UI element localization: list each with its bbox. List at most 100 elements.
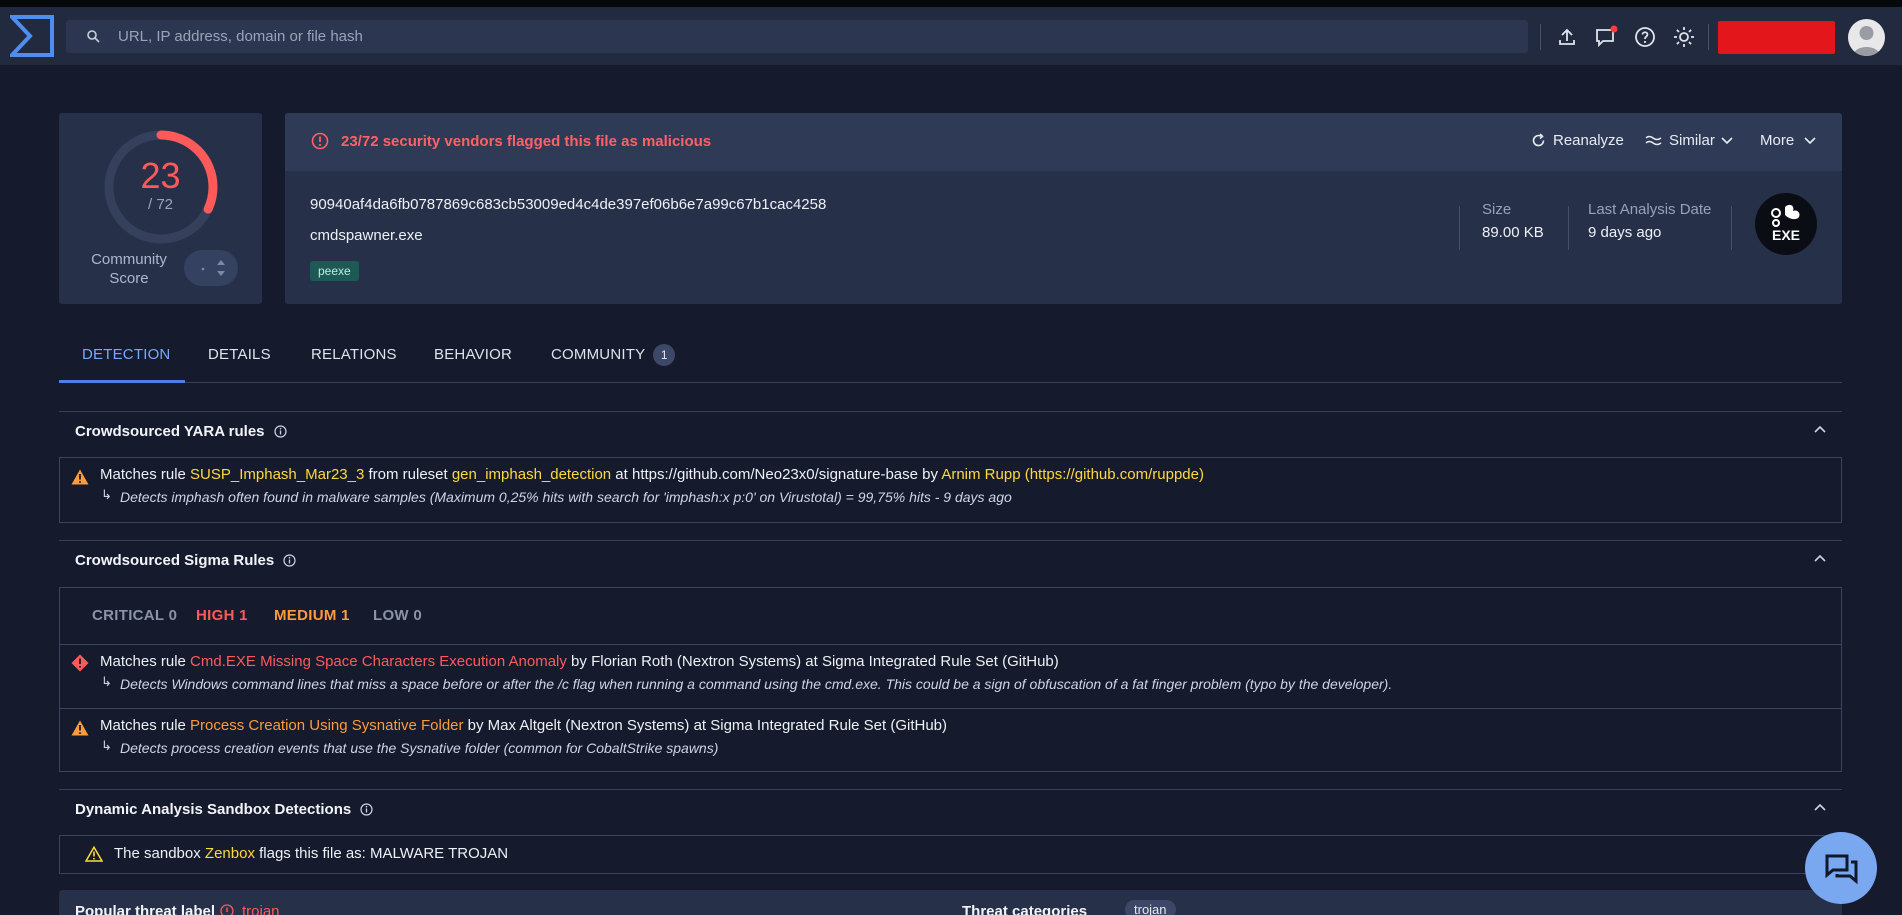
yara-rule-description: Detects imphash often found in malware s… [120, 489, 1012, 505]
virustotal-logo-icon[interactable] [10, 15, 54, 57]
alert-circle-icon [311, 132, 329, 150]
refresh-icon [1532, 133, 1545, 147]
chevron-down-icon [1804, 136, 1816, 144]
sigma-rule-description: Detects process creation events that use… [120, 740, 719, 756]
search-bar [66, 20, 1528, 53]
severity-low-filter[interactable]: LOW 0 [373, 607, 422, 624]
sandbox-section-header[interactable]: Dynamic Analysis Sandbox Detections [59, 789, 1842, 829]
info-icon[interactable] [273, 425, 287, 438]
critical-diamond-icon [71, 654, 89, 672]
sub-arrow-icon: ↳ [101, 674, 112, 689]
sandbox-verdict: The sandbox Zenbox flags this file as: M… [114, 845, 508, 862]
alert-circle-icon [220, 904, 234, 915]
sigma-rule-description: Detects Windows command lines that miss … [120, 676, 1393, 692]
reanalyze-button[interactable]: Reanalyze [1531, 132, 1624, 149]
meta-divider [1459, 206, 1460, 250]
theme-toggle-icon[interactable] [1672, 25, 1696, 49]
sigma-rule-match: Matches rule Process Creation Using Sysn… [100, 717, 947, 734]
sigma-section-header[interactable]: Crowdsourced Sigma Rules [59, 540, 1842, 580]
tab-relations[interactable]: RELATIONS [311, 346, 397, 363]
yara-rules-box: Matches rule SUSP_Imphash_Mar23_3 from r… [59, 457, 1842, 523]
file-hash[interactable]: 90940af4da6fb0787869c683cb53009ed4c4de39… [310, 196, 826, 213]
more-dropdown[interactable]: More [1760, 132, 1816, 149]
meta-divider [1568, 206, 1569, 250]
reanalyze-label: Reanalyze [1553, 132, 1624, 149]
search-icon [87, 30, 100, 43]
file-summary-panel: 23/72 security vendors flagged this file… [285, 113, 1842, 304]
sigma-section-title: Crowdsourced Sigma Rules [75, 552, 275, 569]
severity-critical-filter[interactable]: CRITICAL 0 [92, 607, 177, 624]
sigma-rule-match: Matches rule Cmd.EXE Missing Space Chara… [100, 653, 1059, 670]
tab-details[interactable]: DETAILS [208, 346, 271, 363]
sandbox-prefix: The sandbox [114, 845, 205, 862]
sigma-rule-row: Matches rule Process Creation Using Sysn… [60, 709, 1841, 772]
warning-triangle-icon [71, 469, 89, 485]
severity-medium-filter[interactable]: MEDIUM 1 [274, 607, 350, 624]
yara-author-link[interactable]: Arnim Rupp (https://github.com/ruppde) [941, 466, 1204, 483]
chat-fab-button[interactable] [1805, 832, 1877, 904]
yara-rule-match: Matches rule SUSP_Imphash_Mar23_3 from r… [100, 466, 1204, 483]
sandbox-verdict-text: flags this file as: MALWARE TROJAN [254, 845, 509, 862]
info-icon[interactable] [283, 554, 296, 567]
tab-community-label: COMMUNITY [551, 346, 646, 363]
popular-threat-label-value[interactable]: trojan [242, 903, 280, 915]
sandbox-section-title: Dynamic Analysis Sandbox Detections [75, 801, 352, 818]
redacted-account-button[interactable] [1718, 21, 1835, 54]
chevron-up-icon[interactable] [1814, 425, 1826, 433]
sigma-rule-link[interactable]: Cmd.EXE Missing Space Characters Executi… [190, 653, 567, 670]
file-name: cmdspawner.exe [310, 227, 423, 244]
sigma-r2-prefix: Matches rule [100, 717, 191, 734]
sigma-r1-prefix: Matches rule [100, 653, 191, 670]
size-label: Size [1482, 201, 1512, 218]
severity-high-filter[interactable]: HIGH 1 [196, 607, 248, 624]
tab-detection[interactable]: DETECTION [82, 346, 170, 363]
yara-ruleset-link[interactable]: gen_imphash_detection [452, 466, 611, 483]
chevron-down-icon [1721, 136, 1733, 144]
search-input[interactable] [118, 20, 1508, 53]
sandbox-name-link[interactable]: Zenbox [205, 845, 255, 862]
sandbox-row: The sandbox Zenbox flags this file as: M… [60, 836, 1841, 873]
sigma-rule-row: Matches rule Cmd.EXE Missing Space Chara… [60, 645, 1841, 708]
help-icon[interactable] [1633, 25, 1657, 49]
sigma-r2-suffix: by Max Altgelt (Nextron Systems) at Sigm… [463, 717, 948, 734]
chevron-up-icon[interactable] [1814, 803, 1826, 811]
popular-threat-label-key: Popular threat label [75, 903, 216, 915]
community-score-label-line1: Community [91, 251, 167, 268]
file-tag[interactable]: peexe [310, 261, 359, 281]
notifications-icon[interactable] [1594, 25, 1618, 49]
upload-icon[interactable] [1555, 25, 1579, 49]
sigma-r1-suffix: by Florian Roth (Nextron Systems) at Sig… [566, 653, 1059, 670]
top-bar [0, 7, 1902, 65]
threat-category-pill[interactable]: trojan [1125, 900, 1176, 915]
yara-match-prefix: Matches rule [100, 466, 191, 483]
chat-icon [1825, 854, 1858, 885]
top-strip [0, 0, 1902, 7]
warning-triangle-icon [71, 720, 89, 736]
similar-label: Similar [1669, 132, 1715, 149]
community-vote-stepper[interactable] [184, 250, 238, 286]
sub-arrow-icon: ↳ [101, 738, 112, 753]
file-summary-header: 23/72 security vendors flagged this file… [285, 113, 1842, 171]
meta-divider [1731, 206, 1732, 250]
yara-rule-link[interactable]: SUSP_Imphash_Mar23_3 [190, 466, 364, 483]
sigma-rule-link[interactable]: Process Creation Using Sysnative Folder [190, 717, 463, 734]
avatar[interactable] [1848, 19, 1885, 56]
info-icon[interactable] [360, 803, 373, 816]
tab-behavior[interactable]: BEHAVIOR [434, 346, 512, 363]
exe-gears-icon: EXE [1771, 204, 1800, 243]
vote-arrows-icon [201, 260, 225, 276]
score-total: / 72 [147, 196, 174, 213]
chevron-up-icon[interactable] [1814, 554, 1826, 562]
last-analysis-value: 9 days ago [1588, 224, 1662, 241]
community-score-label: Community Score [69, 250, 189, 288]
file-type-label: EXE [1772, 227, 1800, 243]
yara-match-source: at https://github.com/Neo23x0/signature-… [611, 466, 942, 483]
yara-rule-row: Matches rule SUSP_Imphash_Mar23_3 from r… [60, 458, 1841, 522]
sandbox-detections-box: The sandbox Zenbox flags this file as: M… [59, 835, 1842, 874]
more-label: More [1760, 132, 1795, 149]
file-type-exe-icon: EXE [1755, 193, 1817, 255]
similar-dropdown[interactable]: Similar [1645, 132, 1733, 149]
yara-section-header[interactable]: Crowdsourced YARA rules [59, 411, 1842, 451]
tab-community[interactable]: COMMUNITY 1 [551, 344, 676, 366]
section-tabs: DETECTION DETAILS RELATIONS BEHAVIOR COM… [59, 336, 1842, 383]
